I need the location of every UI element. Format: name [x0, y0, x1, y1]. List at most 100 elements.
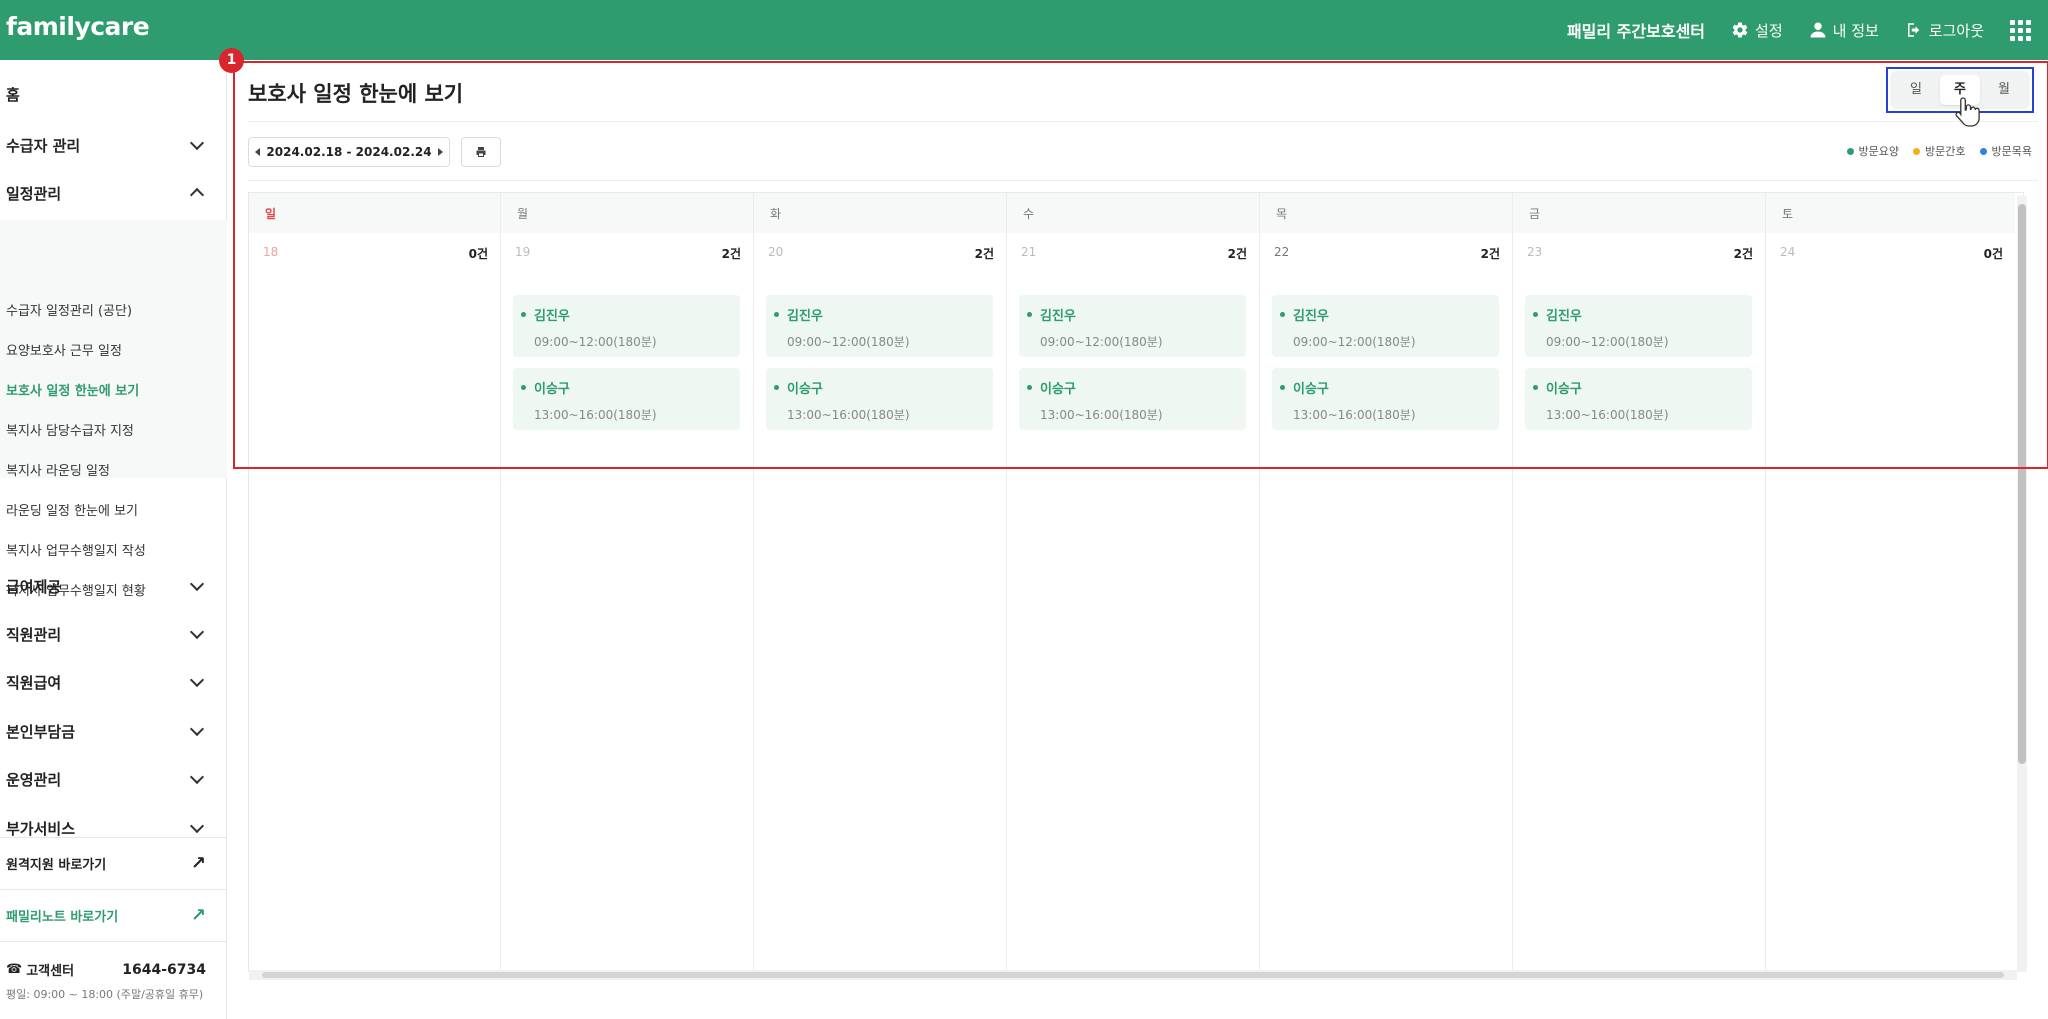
legend-dot	[1979, 147, 1987, 155]
sidebar-group-copayment[interactable]: 본인부담금	[6, 719, 206, 743]
customer-center: ☎ 고객센터 1644-6734	[6, 960, 206, 980]
day-header: 수	[1007, 193, 1259, 233]
remote-support-link[interactable]: 원격지원 바로가기 ↗	[6, 853, 206, 874]
legend-dot	[1913, 147, 1921, 155]
view-month-button[interactable]: 월	[1984, 75, 2024, 105]
horizontal-scrollbar-thumb[interactable]	[262, 972, 2004, 978]
center-name: 패밀리 주간보호센터	[1566, 22, 1706, 41]
schedule-event[interactable]: 김진우 09:00~12:00(180분)	[1272, 295, 1499, 357]
schedule-event[interactable]: 이승구 13:00~16:00(180분)	[1019, 368, 1246, 430]
event-name: 김진우	[534, 309, 570, 324]
my-info-link[interactable]: 내 정보	[1809, 20, 1879, 41]
day-date: 19	[515, 245, 531, 259]
day-name: 금	[1529, 207, 1541, 221]
event-time: 13:00~16:00(180분)	[1293, 408, 1416, 422]
view-day-button[interactable]: 일	[1896, 75, 1936, 105]
schedule-event[interactable]: 김진우 09:00~12:00(180분)	[1019, 295, 1246, 357]
sidebar-group-label: 직원급여	[6, 673, 62, 692]
chevron-down-icon	[189, 624, 205, 640]
printer-icon	[476, 147, 486, 157]
subnav-item[interactable]: 수급자 일정관리 (공단)	[6, 300, 132, 319]
schedule-event[interactable]: 이승구 13:00~16:00(180분)	[766, 368, 993, 430]
sidebar: 홈 수급자 관리 일정관리 수급자 일정관리 (공단) 요양보호사 근무 일정 …	[0, 60, 227, 1019]
event-dot	[774, 312, 779, 317]
chevron-down-icon	[189, 576, 205, 592]
event-dot	[1280, 385, 1285, 390]
sidebar-group-schedule-management[interactable]: 일정관리	[6, 181, 206, 205]
customer-center-label-wrap: ☎ 고객센터	[6, 960, 74, 979]
day-name: 일	[265, 207, 277, 221]
schedule-event[interactable]: 김진우 09:00~12:00(180분)	[766, 295, 993, 357]
app-grid-icon[interactable]	[2010, 20, 2031, 41]
page-title: 보호사 일정 한눈에 보기	[248, 82, 464, 106]
subnav-item-active[interactable]: 보호사 일정 한눈에 보기	[6, 380, 139, 399]
event-name: 이승구	[1293, 382, 1329, 397]
day-name: 토	[1782, 207, 1794, 221]
event-name: 이승구	[787, 382, 823, 397]
day-count: 2건	[1227, 247, 1247, 261]
day-count: 0건	[468, 247, 488, 261]
arrow-up-right-icon: ↗	[190, 853, 206, 874]
legend-item: 방문요양	[1846, 143, 1899, 159]
event-dot	[1533, 312, 1538, 317]
event-dot	[1027, 385, 1032, 390]
date-range: 2024.02.18 - 2024.02.24	[266, 145, 432, 159]
event-dot	[774, 385, 779, 390]
sidebar-group-benefit[interactable]: 급여제공	[6, 574, 206, 598]
event-dot	[1027, 312, 1032, 317]
sidebar-group-recipient-management[interactable]: 수급자 관리	[6, 133, 206, 157]
event-name-wrap: 이승구	[521, 378, 570, 397]
familycare-logo[interactable]: familycare	[6, 12, 150, 41]
day-header: 목	[1260, 193, 1512, 233]
header-divider	[248, 121, 2038, 122]
my-info-label: 내 정보	[1832, 21, 1879, 40]
subnav-item[interactable]: 라운딩 일정 한눈에 보기	[6, 500, 138, 519]
sidebar-group-label: 급여제공	[6, 577, 62, 596]
schedule-event[interactable]: 이승구 13:00~16:00(180분)	[1525, 368, 1752, 430]
subnav-item[interactable]: 복지사 라운딩 일정	[6, 460, 110, 479]
sidebar-divider	[0, 837, 227, 838]
event-name-wrap: 김진우	[1533, 305, 1582, 324]
day-column-wed: 수 21 2건 김진우 09:00~12:00(180분) 이승구 13:00~…	[1007, 193, 1260, 971]
legend-label: 방문간호	[1925, 145, 1966, 158]
sidebar-item-home[interactable]: 홈	[6, 84, 20, 105]
prev-week-icon[interactable]	[255, 148, 260, 156]
customer-center-phone: 1644-6734	[122, 961, 206, 978]
sidebar-group-staff-management[interactable]: 직원관리	[6, 622, 206, 646]
day-count: 2건	[1480, 247, 1500, 261]
sidebar-group-staff-salary[interactable]: 직원급여	[6, 670, 206, 694]
family-note-link[interactable]: 패밀리노트 바로가기 ↗	[6, 905, 206, 926]
print-button[interactable]	[461, 137, 501, 167]
subnav-item[interactable]: 복지사 담당수급자 지정	[6, 420, 134, 439]
day-column-fri: 금 23 2건 김진우 09:00~12:00(180분) 이승구 13:00~…	[1513, 193, 1766, 971]
sidebar-divider	[0, 941, 227, 942]
schedule-event[interactable]: 김진우 09:00~12:00(180분)	[513, 295, 740, 357]
schedule-event[interactable]: 이승구 13:00~16:00(180분)	[1272, 368, 1499, 430]
event-dot	[521, 312, 526, 317]
schedule-event[interactable]: 이승구 13:00~16:00(180분)	[513, 368, 740, 430]
user-icon	[1810, 22, 1826, 38]
next-week-icon[interactable]	[437, 148, 443, 156]
sidebar-group-label: 부가서비스	[6, 819, 76, 838]
subnav-item[interactable]: 요양보호사 근무 일정	[6, 340, 122, 359]
sidebar-group-operations[interactable]: 운영관리	[6, 767, 206, 791]
hand-cursor-icon	[1955, 97, 1980, 127]
event-name: 이승구	[534, 382, 570, 397]
day-count: 2건	[721, 247, 741, 261]
event-name: 김진우	[787, 309, 823, 324]
chevron-up-icon	[189, 187, 205, 203]
family-note-label: 패밀리노트 바로가기	[6, 910, 119, 925]
settings-link[interactable]: 설정	[1731, 20, 1783, 41]
subnav-item[interactable]: 복지사 업무수행일지 작성	[6, 540, 146, 559]
event-time: 09:00~12:00(180분)	[1040, 335, 1163, 349]
day-date: 18	[263, 245, 279, 259]
schedule-event[interactable]: 김진우 09:00~12:00(180분)	[1525, 295, 1752, 357]
event-time: 13:00~16:00(180분)	[787, 408, 910, 422]
logout-link[interactable]: 로그아웃	[1905, 20, 1984, 41]
day-header: 월	[501, 193, 753, 233]
day-date: 24	[1780, 245, 1796, 259]
annotation-badge: 1	[219, 48, 244, 73]
day-count: 2건	[1733, 247, 1753, 261]
event-time: 09:00~12:00(180분)	[1546, 335, 1669, 349]
vertical-scrollbar-thumb[interactable]	[2018, 204, 2026, 764]
